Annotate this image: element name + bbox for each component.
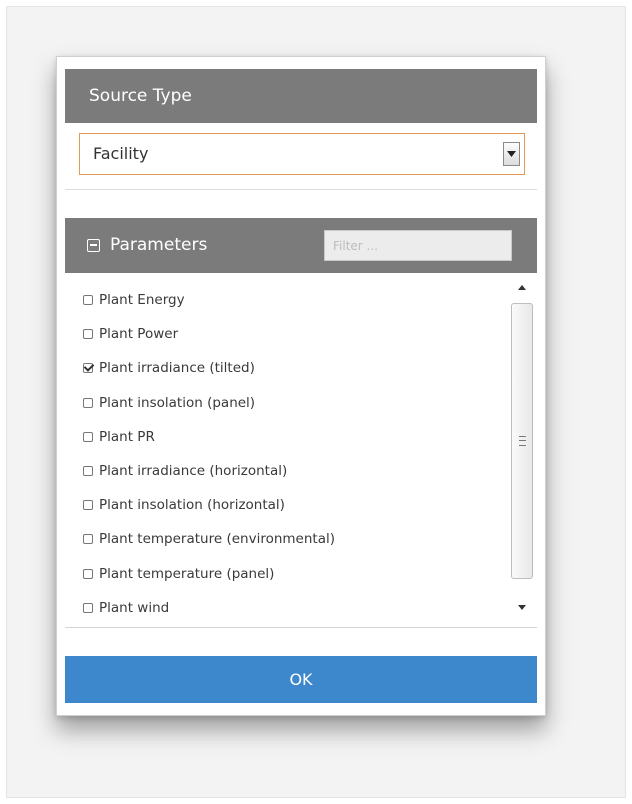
checkbox[interactable] (83, 431, 93, 442)
ok-button[interactable]: OK (65, 656, 537, 703)
checkbox[interactable] (83, 500, 93, 511)
parameter-label: Plant Power (99, 326, 179, 343)
parameter-item[interactable]: Plant irradiance (horizontal) (83, 454, 503, 488)
parameter-item[interactable]: Plant insolation (horizontal) (83, 488, 503, 522)
parameters-title: Parameters (110, 235, 208, 255)
parameter-item[interactable]: Plant insolation (panel) (83, 386, 503, 420)
parameter-item[interactable]: Plant Energy (83, 283, 503, 317)
parameter-label: Plant irradiance (tilted) (99, 360, 255, 377)
chevron-down-icon[interactable] (503, 142, 520, 166)
scroll-down-arrow-icon[interactable] (515, 597, 529, 617)
parameter-label: Plant Energy (99, 292, 185, 309)
checkbox[interactable] (83, 295, 93, 306)
parameter-item[interactable]: Plant temperature (environmental) (83, 522, 503, 556)
parameter-item[interactable]: Plant temperature (panel) (83, 557, 503, 591)
source-type-section: Facility (65, 123, 537, 190)
parameter-label: Plant insolation (panel) (99, 394, 256, 411)
source-type-title: Source Type (89, 86, 192, 106)
parameters-list-area: Plant Energy Plant Power Plant irradianc… (65, 273, 537, 628)
parameter-item[interactable]: Plant irradiance (tilted) (83, 351, 503, 385)
scroll-up-arrow-icon[interactable] (515, 277, 529, 297)
parameters-toggle[interactable]: Parameters (87, 218, 207, 273)
source-type-select[interactable]: Facility (79, 133, 525, 175)
checkbox[interactable] (83, 568, 93, 579)
parameter-label: Plant irradiance (horizontal) (99, 463, 288, 480)
parameter-label: Plant insolation (horizontal) (99, 497, 285, 514)
checkbox[interactable] (83, 363, 93, 374)
source-type-header: Source Type (65, 69, 537, 123)
checkbox[interactable] (83, 397, 93, 408)
parameter-item[interactable]: Plant wind (83, 591, 503, 625)
parameters-list: Plant Energy Plant Power Plant irradianc… (83, 283, 503, 625)
parameter-item[interactable]: Plant Power (83, 317, 503, 351)
scrollbar[interactable] (509, 273, 535, 626)
filter-input[interactable] (324, 230, 512, 261)
grip-icon (519, 436, 526, 446)
parameters-header: Parameters (65, 218, 537, 273)
checkbox[interactable] (83, 602, 93, 613)
parameter-label: Plant temperature (environmental) (99, 531, 335, 548)
source-type-selected-value: Facility (93, 144, 149, 163)
scroll-thumb[interactable] (511, 303, 533, 579)
parameter-item[interactable]: Plant PR (83, 420, 503, 454)
parameter-label: Plant temperature (panel) (99, 565, 275, 582)
parameter-label: Plant PR (99, 428, 155, 445)
checkbox[interactable] (83, 466, 93, 477)
collapse-icon[interactable] (87, 239, 100, 252)
checkbox[interactable] (83, 329, 93, 340)
parameter-label: Plant wind (99, 599, 170, 616)
checkbox[interactable] (83, 534, 93, 545)
